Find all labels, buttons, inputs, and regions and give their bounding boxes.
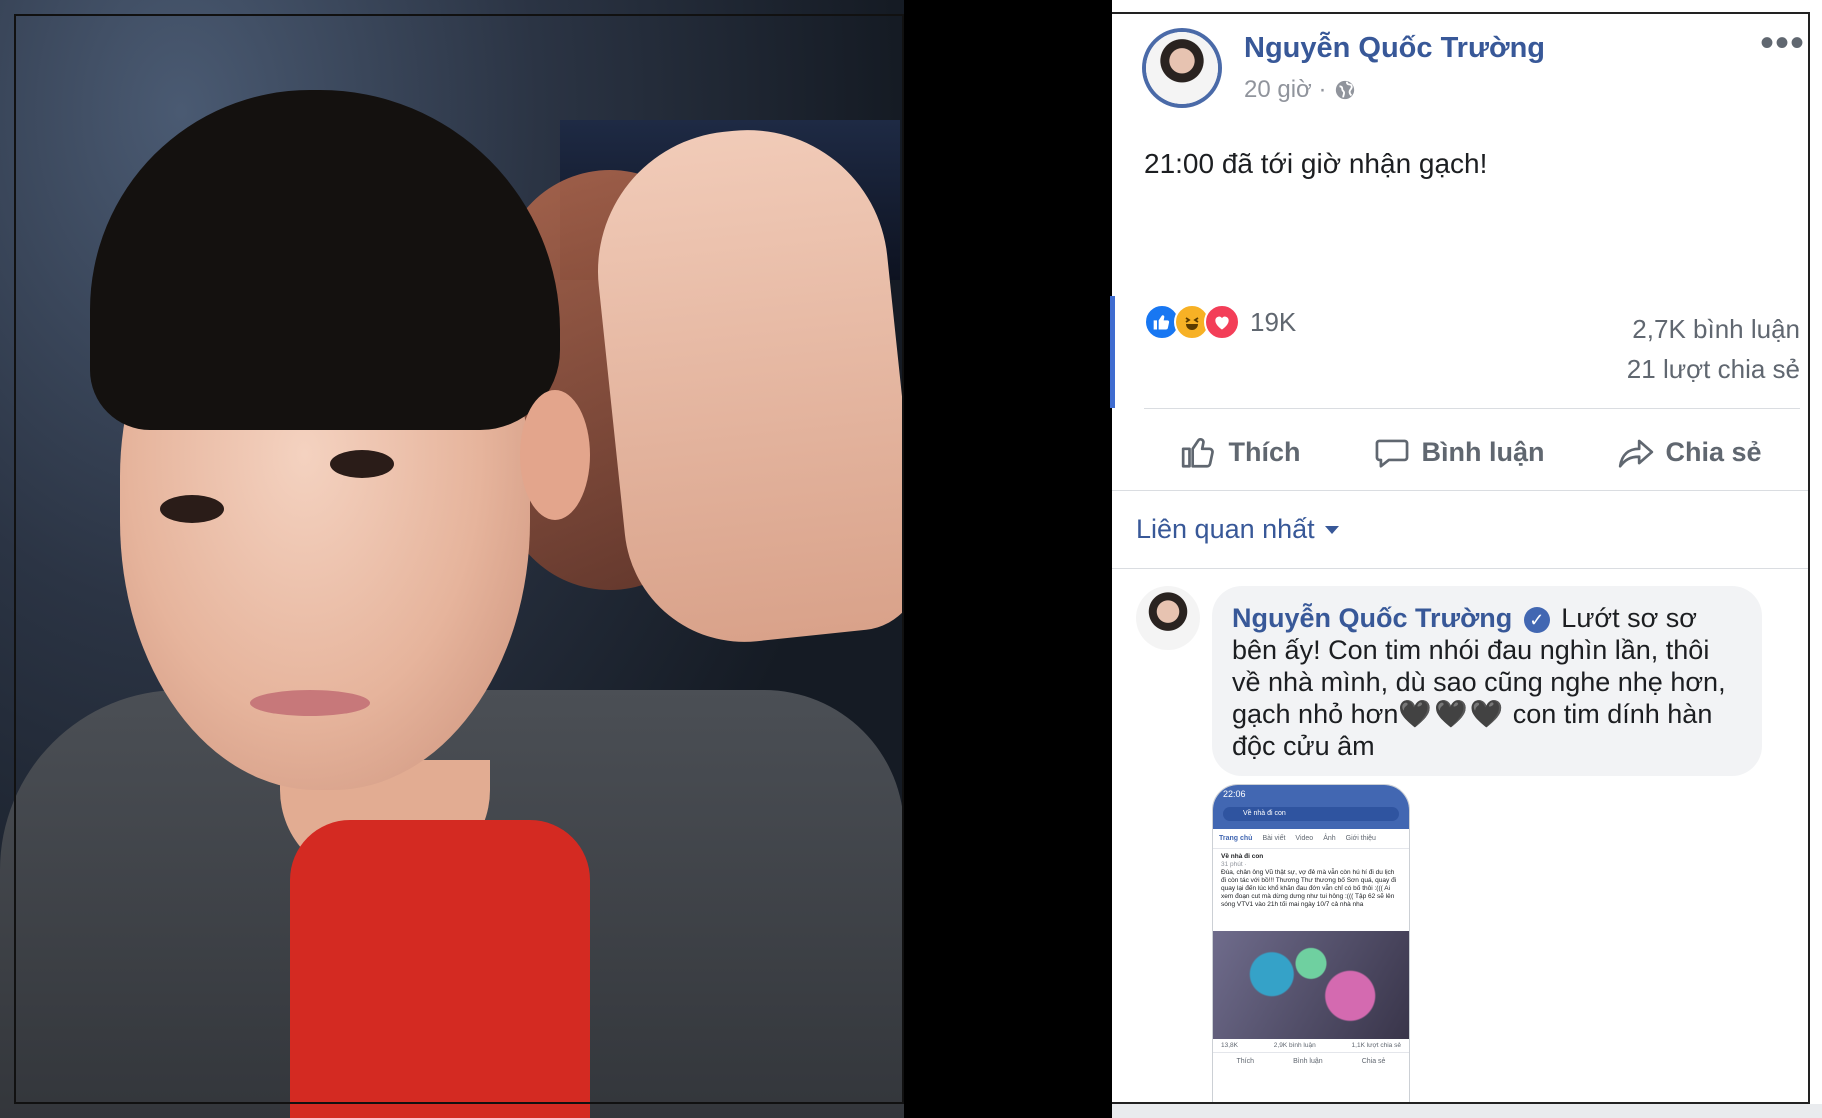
shot-act: Bình luận xyxy=(1293,1058,1323,1065)
post-actions: Thích Bình luận Chia sẻ xyxy=(1144,420,1798,484)
shot-page-name: Về nhà đi con xyxy=(1221,853,1264,860)
reaction-summary[interactable]: 19K xyxy=(1144,304,1296,340)
shot-post-text: Đùa, chân ông Vũ thật sự, vợ đẻ mà vẫn c… xyxy=(1221,869,1397,908)
share-button[interactable]: Chia sẻ xyxy=(1617,433,1762,471)
share-label: Chia sẻ xyxy=(1665,436,1762,467)
shot-tab: Bài viết xyxy=(1262,835,1286,842)
shot-actions: Thích Bình luận Chia sẻ xyxy=(1213,1053,1409,1070)
shot-post: Về nhà đi con 31 phút · Đùa, chân ông Vũ… xyxy=(1213,849,1409,931)
shot-reactions: 13,8K xyxy=(1221,1042,1238,1049)
comment-attachment-screenshot[interactable]: 22:06 Về nhà đi con Trang chủ Bài viết V… xyxy=(1212,784,1410,1104)
actions-divider xyxy=(1112,490,1810,491)
post-text: 21:00 đã tới giờ nhận gạch! xyxy=(1144,148,1488,179)
comment-label: Bình luận xyxy=(1421,436,1545,467)
like-label: Thích xyxy=(1228,436,1301,467)
comments-count[interactable]: 2,7K bình luận xyxy=(1632,314,1800,345)
author-avatar[interactable] xyxy=(1146,32,1218,104)
globe-icon xyxy=(1336,80,1355,100)
thumbs-up-icon xyxy=(1182,437,1215,468)
focus-accent-bar xyxy=(1110,296,1115,408)
post-time[interactable]: 20 giờ · xyxy=(1244,76,1326,104)
filter-divider xyxy=(1112,568,1810,569)
shot-tab: Trang chủ xyxy=(1219,835,1253,842)
comment-bubble: Nguyễn Quốc Trường ✓ Lướt sơ sơ bên ấy! … xyxy=(1212,586,1762,776)
comment-button[interactable]: Bình luận xyxy=(1373,433,1544,471)
stats-divider xyxy=(1144,408,1800,409)
shot-shares: 1,1K lượt chia sẻ xyxy=(1351,1042,1401,1049)
filter-label: Liên quan nhất xyxy=(1136,514,1315,544)
shot-act: Thích xyxy=(1236,1058,1255,1065)
love-reaction-icon xyxy=(1204,304,1240,340)
shot-tab: Giới thiệu xyxy=(1345,835,1376,842)
share-icon xyxy=(1619,439,1654,468)
black-hearts: 🖤🖤🖤 xyxy=(1398,699,1506,729)
shot-tabs: Trang chủ Bài viết Video Ảnh Giới thiệu xyxy=(1213,829,1409,849)
photo-frame xyxy=(14,14,904,1104)
comment-filter-dropdown[interactable]: Liên quan nhất xyxy=(1136,514,1339,545)
shot-search-bar: Về nhà đi con xyxy=(1223,807,1399,821)
comment-icon xyxy=(1376,439,1409,468)
shot-header: 22:06 Về nhà đi con xyxy=(1213,785,1409,829)
post-photo[interactable] xyxy=(0,0,904,1118)
shot-tab: Ảnh xyxy=(1323,835,1336,842)
author-name[interactable]: Nguyễn Quốc Trường xyxy=(1244,32,1545,65)
post-meta: 20 giờ · xyxy=(1244,76,1356,104)
commenter-name[interactable]: Nguyễn Quốc Trường xyxy=(1232,603,1512,633)
shot-tab: Video xyxy=(1295,835,1314,842)
shot-video xyxy=(1213,931,1409,1039)
shares-count[interactable]: 21 lượt chia sẻ xyxy=(1627,354,1800,385)
commenter-avatar[interactable] xyxy=(1136,586,1200,650)
panel-bottom-edge xyxy=(1112,1104,1822,1118)
like-button[interactable]: Thích xyxy=(1180,433,1300,471)
shot-stats: 13,8K 2,9K bình luận 1,1K lượt chia sẻ xyxy=(1213,1039,1409,1053)
caret-down-icon xyxy=(1324,525,1339,534)
verified-badge-icon: ✓ xyxy=(1523,606,1550,633)
shot-act: Chia sẻ xyxy=(1361,1058,1386,1065)
reaction-count: 19K xyxy=(1250,306,1297,337)
shot-status-time: 22:06 xyxy=(1223,789,1246,799)
shot-comments: 2,9K bình luận xyxy=(1273,1042,1316,1049)
shot-post-time: 31 phút · xyxy=(1221,861,1247,868)
more-options-icon[interactable]: ••• xyxy=(1760,23,1804,63)
